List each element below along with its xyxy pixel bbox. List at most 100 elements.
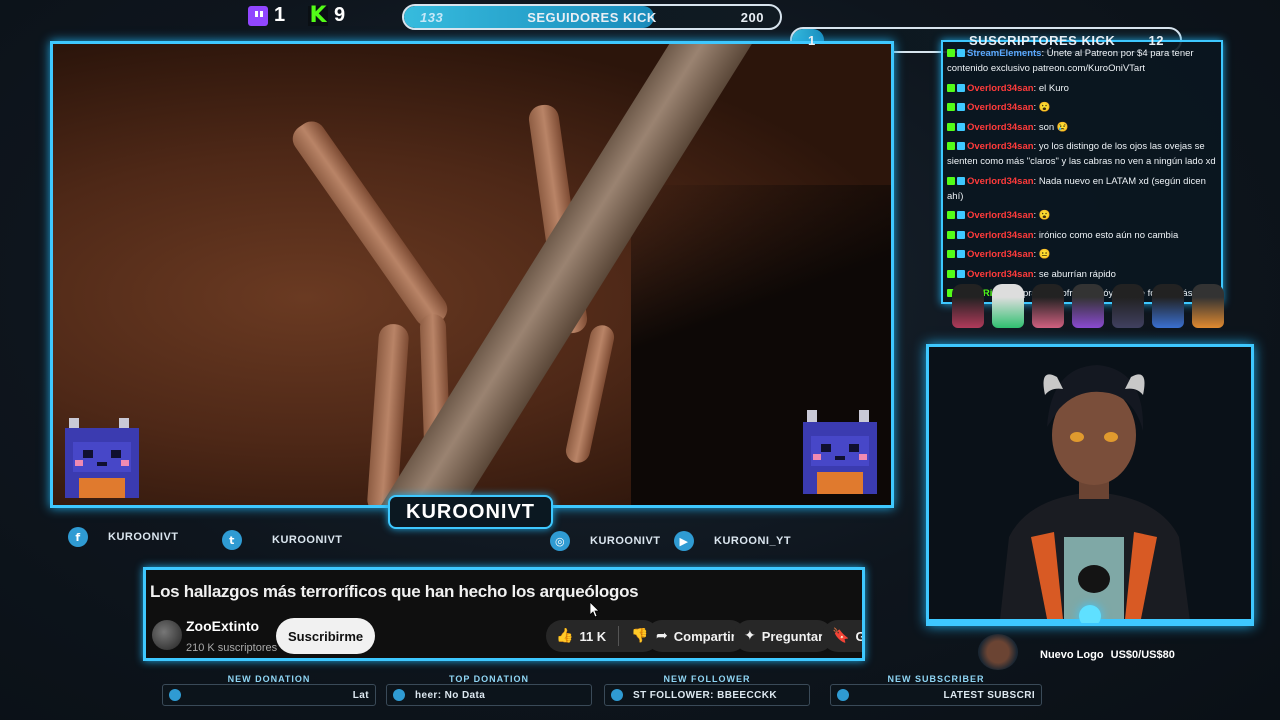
chat-username[interactable]: Overlord34san (967, 141, 1034, 152)
viewer-badge-icon (957, 211, 965, 219)
kick-icon: K (308, 2, 328, 28)
subscribers-goal-target: 12 (1148, 32, 1164, 48)
subscribers-goal-label: SUSCRIPTORES KICK (969, 32, 1116, 48)
followers-goal-label: SEGUIDORES KICK (527, 9, 657, 25)
facebook-icon: f (68, 527, 88, 547)
viewer-badge-icon (957, 269, 965, 278)
chibi-character (1112, 284, 1144, 328)
save-button[interactable]: 🔖 Gu (822, 620, 862, 652)
subscribe-button[interactable]: Suscribirme (276, 618, 376, 654)
kick-badge-icon (947, 122, 955, 131)
chat-text: : irónico como esto aún no cambia (1033, 229, 1179, 241)
chibi-character (1032, 284, 1064, 328)
mouse-cursor-icon (590, 602, 600, 618)
alert-new-subscriber: NEW SUBSCRIBER LATEST SUBSCRI (830, 674, 1042, 706)
chat-message: Overlord34san: yo los distingo de los oj… (947, 139, 1217, 169)
dollar-icon (169, 689, 181, 701)
kick-badge-icon (947, 49, 955, 57)
vtuber-camera-frame (926, 344, 1254, 626)
chat-text: : el Kuro (1033, 82, 1069, 94)
chat-message: Overlord34san: 😮 (947, 208, 1217, 223)
viewer-badge-icon (957, 250, 965, 258)
kick-viewer-count: K 9 (308, 4, 345, 27)
like-count[interactable]: 11 K (579, 629, 606, 644)
user-icon (611, 689, 623, 701)
followers-goal-bar: 133 SEGUIDORES KICK 200 (402, 4, 782, 30)
chat-message: Overlord34san: irónico como esto aún no … (947, 228, 1217, 243)
alert-new-follower: NEW FOLLOWER ST FOLLOWER: BBEECCKK (604, 674, 810, 706)
alert-label: NEW FOLLOWER (663, 674, 751, 684)
social-facebook[interactable]: f KUROONIVT (68, 527, 179, 547)
video-title: Los hallazgos más terroríficos que han h… (150, 582, 639, 601)
kick-badge-icon (947, 250, 955, 258)
social-youtube[interactable]: ▶ KUROONI_YT (674, 531, 791, 551)
chibi-character (1152, 284, 1184, 328)
followers-goal-target: 200 (740, 9, 764, 25)
kick-badge-icon (947, 269, 955, 278)
chat-username[interactable]: Overlord34san (967, 122, 1034, 133)
pixel-mascot-left (65, 418, 139, 498)
subscribers-goal-current: 1 (808, 32, 816, 48)
kick-badge-icon (947, 176, 955, 185)
social-twitter[interactable]: t KUROONIVT (222, 530, 343, 550)
viewer-badge-icon (957, 122, 965, 131)
share-button[interactable]: ➦ Compartir (646, 620, 746, 652)
sparkle-icon: ✦ (744, 628, 756, 644)
share-label: Compartir (673, 628, 736, 644)
chibi-creatures-row (952, 284, 1224, 328)
brand-name: KUROONIVT (406, 500, 535, 523)
subscribe-label: Suscribirme (288, 628, 364, 644)
chat-text: : 😮 (1033, 102, 1051, 113)
ask-label: Preguntar (761, 628, 824, 644)
alert-label: NEW DONATION (227, 674, 311, 684)
viewer-badge-icon (957, 103, 965, 111)
chat-username[interactable]: Overlord34san (967, 102, 1034, 113)
thumbs-up-icon[interactable]: 👍 (556, 628, 573, 644)
kick-badge-icon (947, 142, 955, 150)
chat-username[interactable]: Overlord34san (967, 210, 1034, 221)
instagram-handle: KUROONIVT (590, 535, 661, 547)
twitch-icon (248, 5, 268, 26)
chat-message: Overlord34san: 😮 (947, 100, 1217, 115)
chat-panel[interactable]: StreamElements: Únete al Patreon por $4 … (941, 40, 1223, 304)
twitter-icon: t (222, 530, 242, 550)
chat-message: Overlord34san: Nada nuevo en LATAM xd (s… (947, 174, 1217, 204)
youtube-info-panel: Los hallazgos más terroríficos que han h… (143, 567, 865, 661)
vtuber-avatar (999, 365, 1191, 623)
kick-badge-icon (947, 83, 955, 92)
excavation-scene (53, 44, 891, 505)
social-instagram[interactable]: ◎ KUROONIVT (550, 531, 661, 551)
twitch-viewer-count: 1 (248, 4, 285, 27)
viewer-badge-icon (957, 83, 965, 92)
twitch-count-value: 1 (274, 4, 286, 26)
chat-message-list: StreamElements: Únete al Patreon por $4 … (947, 46, 1217, 302)
donation-goal-label: Nuevo Logo (1040, 649, 1104, 661)
ask-button[interactable]: ✦ Preguntar (734, 620, 834, 652)
trophy-icon (393, 689, 405, 701)
chibi-character (1072, 284, 1104, 328)
chat-username[interactable]: Overlord34san (967, 230, 1034, 241)
chat-username[interactable]: Overlord34san (967, 249, 1034, 260)
channel-brand-tag: KUROONIVT (388, 495, 553, 529)
alert-label: TOP DONATION (448, 674, 529, 684)
kick-badge-icon (947, 211, 955, 219)
channel-avatar[interactable] (152, 620, 182, 650)
channel-name[interactable]: ZooExtinto (186, 618, 259, 634)
main-video-frame (50, 41, 894, 508)
pixel-mascot-right (803, 410, 877, 494)
followers-goal-current: 133 (420, 9, 444, 25)
donation-goal: Nuevo Logo US$0/US$80 (1040, 649, 1175, 661)
chat-username[interactable]: Overlord34san (967, 83, 1034, 94)
like-dislike-group: 👍 11 K 👎 (546, 620, 659, 652)
chat-username[interactable]: Overlord34san (967, 269, 1034, 280)
youtube-handle: KUROONI_YT (714, 535, 792, 547)
alert-label: NEW SUBSCRIBER (887, 674, 985, 684)
bookmark-icon: 🔖 (832, 628, 850, 644)
chibi-character (992, 284, 1024, 328)
crown-icon (837, 689, 849, 701)
chat-message: Overlord34san: el Kuro (947, 81, 1217, 96)
chat-username[interactable]: StreamElements (967, 48, 1041, 59)
chat-username[interactable]: Overlord34san (967, 176, 1034, 187)
chat-message: StreamElements: Únete al Patreon por $4 … (947, 46, 1217, 76)
alert-value: ST FOLLOWER: BBEECCKK (633, 689, 777, 701)
